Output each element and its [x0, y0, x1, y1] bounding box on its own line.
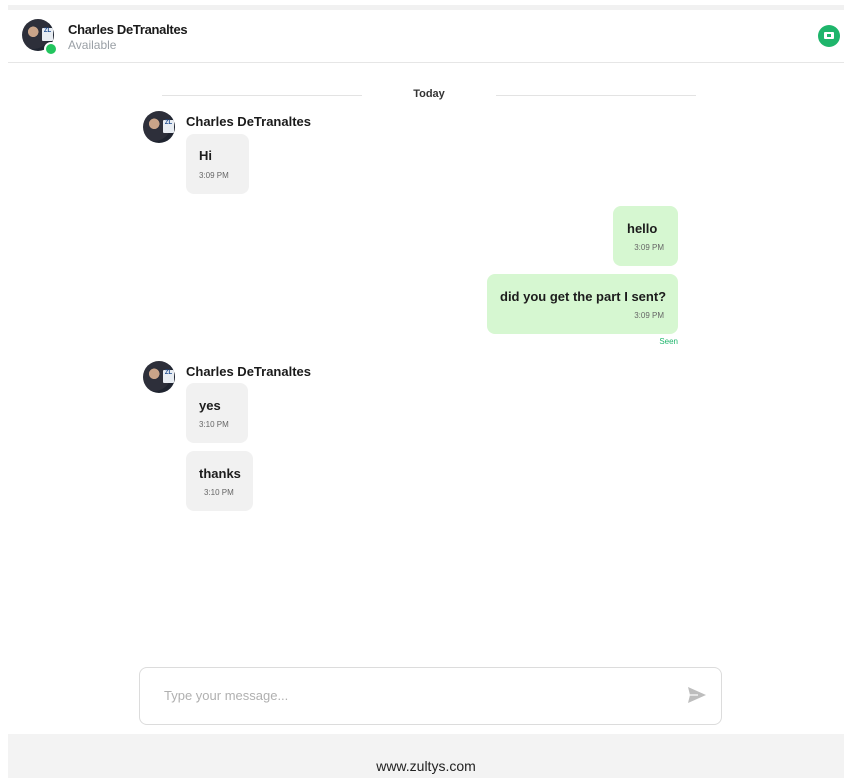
message-time: 3:09 PM — [199, 171, 229, 180]
message-input[interactable] — [164, 684, 664, 706]
video-call-icon — [824, 32, 834, 39]
message-bubble[interactable]: did you get the part I sent? 3:09 PM — [487, 274, 678, 334]
date-divider: Today — [162, 88, 696, 102]
sender-name: Charles DeTranaltes — [186, 364, 312, 379]
message-bubble[interactable]: yes 3:10 PM — [186, 383, 248, 443]
message-time: 3:10 PM — [204, 488, 234, 497]
message-text: did you get the part I sent? — [500, 289, 667, 304]
message-bubble[interactable]: thanks 3:10 PM — [186, 451, 253, 511]
presence-indicator — [44, 42, 58, 56]
sender-avatar[interactable]: ZL — [143, 361, 175, 393]
message-text: thanks — [199, 466, 241, 481]
footer: www.zultys.com — [8, 734, 844, 778]
avatar-badge: ZL — [42, 28, 53, 41]
avatar-badge: ZL — [163, 120, 174, 133]
chat-header: ZL Charles DeTranaltes Available — [8, 10, 844, 63]
sender-avatar[interactable]: ZL — [143, 111, 175, 143]
message-composer — [139, 667, 722, 725]
avatar-badge: ZL — [163, 370, 174, 383]
message-bubble[interactable]: Hi 3:09 PM — [186, 134, 249, 194]
message-text: yes — [199, 398, 221, 413]
send-icon[interactable] — [687, 686, 707, 704]
message-bubble[interactable]: hello 3:09 PM — [613, 206, 678, 266]
message-text: Hi — [199, 148, 212, 163]
divider-line-right — [496, 95, 696, 96]
video-call-button[interactable] — [818, 25, 840, 47]
contact-status: Available — [68, 38, 117, 52]
message-time: 3:09 PM — [634, 311, 664, 320]
message-text: hello — [627, 221, 658, 236]
footer-link[interactable]: www.zultys.com — [8, 758, 844, 774]
read-receipt: Seen — [659, 337, 678, 346]
message-time: 3:09 PM — [634, 243, 664, 252]
contact-name[interactable]: Charles DeTranaltes — [68, 22, 188, 37]
sender-name: Charles DeTranaltes — [186, 114, 312, 129]
message-time: 3:10 PM — [199, 420, 229, 429]
date-label: Today — [413, 88, 445, 100]
